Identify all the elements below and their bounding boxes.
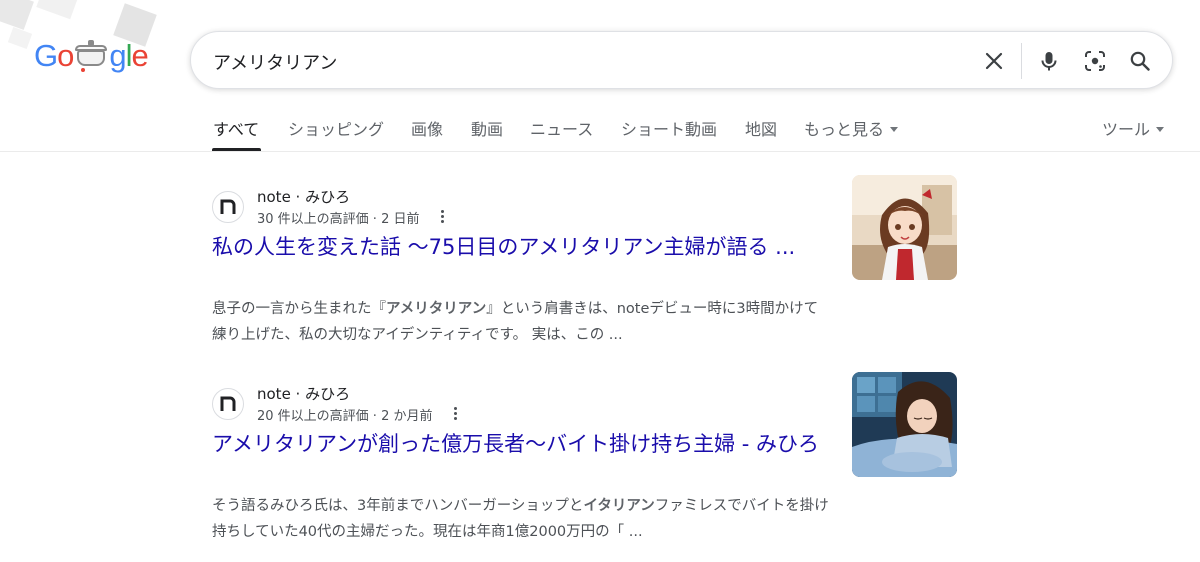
- result-source[interactable]: note · みひろ: [257, 383, 350, 404]
- note-favicon-icon: [212, 191, 244, 223]
- anime-girl-cooking-image: [852, 175, 957, 280]
- result-meta: 30 件以上の高評価 · 2 日前: [257, 212, 420, 227]
- lens-icon[interactable]: [1083, 49, 1107, 73]
- search-input[interactable]: アメリタリアン: [213, 49, 337, 75]
- tab-short-videos[interactable]: ショート動画: [621, 116, 717, 140]
- tab-images[interactable]: 画像: [411, 116, 443, 140]
- result-source[interactable]: note · みひろ: [257, 186, 350, 207]
- search-box[interactable]: アメリタリアン: [190, 31, 1173, 89]
- snippet-text: 息子の一言から生まれた『: [212, 301, 386, 317]
- more-options-icon[interactable]: [437, 209, 447, 225]
- result-title-link[interactable]: アメリタリアンが創った億万長者〜バイト掛け持ち主婦 - みひろ: [212, 429, 832, 459]
- anime-girl-sleeping-image: [852, 372, 957, 477]
- tab-more[interactable]: もっと見る: [804, 116, 899, 140]
- tab-maps[interactable]: 地図: [745, 116, 777, 140]
- tools-button[interactable]: ツール: [1102, 116, 1165, 140]
- result-snippet: そう語るみひろ氏は、3年前までハンバーガーショップとイタリアンファミレスでバイト…: [212, 493, 832, 545]
- mic-icon[interactable]: [1037, 49, 1061, 73]
- tab-more-label: もっと見る: [804, 120, 885, 139]
- more-options-icon[interactable]: [450, 406, 460, 422]
- search-tabs: すべて ショッピング 画像 動画 ニュース ショート動画 地図 もっと見る ツー…: [0, 100, 1200, 152]
- pot-doodle-icon: [73, 40, 109, 72]
- search-divider: [1021, 43, 1022, 79]
- tab-news[interactable]: ニュース: [530, 116, 593, 140]
- header: Go gle アメリタリアン: [0, 0, 1200, 100]
- result-thumbnail[interactable]: [852, 372, 957, 477]
- snippet-highlight: アメリタリアン: [386, 301, 487, 317]
- caret-down-icon: [1156, 127, 1165, 132]
- close-icon[interactable]: [982, 49, 1006, 73]
- tab-videos[interactable]: 動画: [471, 116, 503, 140]
- tab-all[interactable]: すべて: [213, 116, 259, 140]
- active-tab-indicator: [212, 148, 261, 151]
- tools-label: ツール: [1102, 120, 1151, 139]
- caret-down-icon: [890, 127, 899, 132]
- result-snippet: 息子の一言から生まれた『アメリタリアン』という肩書きは、noteデビュー時に3時…: [212, 296, 832, 348]
- google-doodle-logo[interactable]: Go gle: [34, 38, 149, 78]
- search-icon[interactable]: [1128, 49, 1152, 73]
- snippet-text: そう語るみひろ氏は、3年前までハンバーガーショップと: [212, 498, 584, 514]
- result-title-link[interactable]: 私の人生を変えた話 〜75日目のアメリタリアン主婦が語る ...: [212, 232, 832, 262]
- note-favicon-icon: [212, 388, 244, 420]
- result-thumbnail[interactable]: [852, 175, 957, 280]
- tab-shopping[interactable]: ショッピング: [288, 116, 384, 140]
- snippet-highlight: イタリアン: [583, 498, 655, 514]
- result-meta: 20 件以上の高評価 · 2 か月前: [257, 409, 433, 424]
